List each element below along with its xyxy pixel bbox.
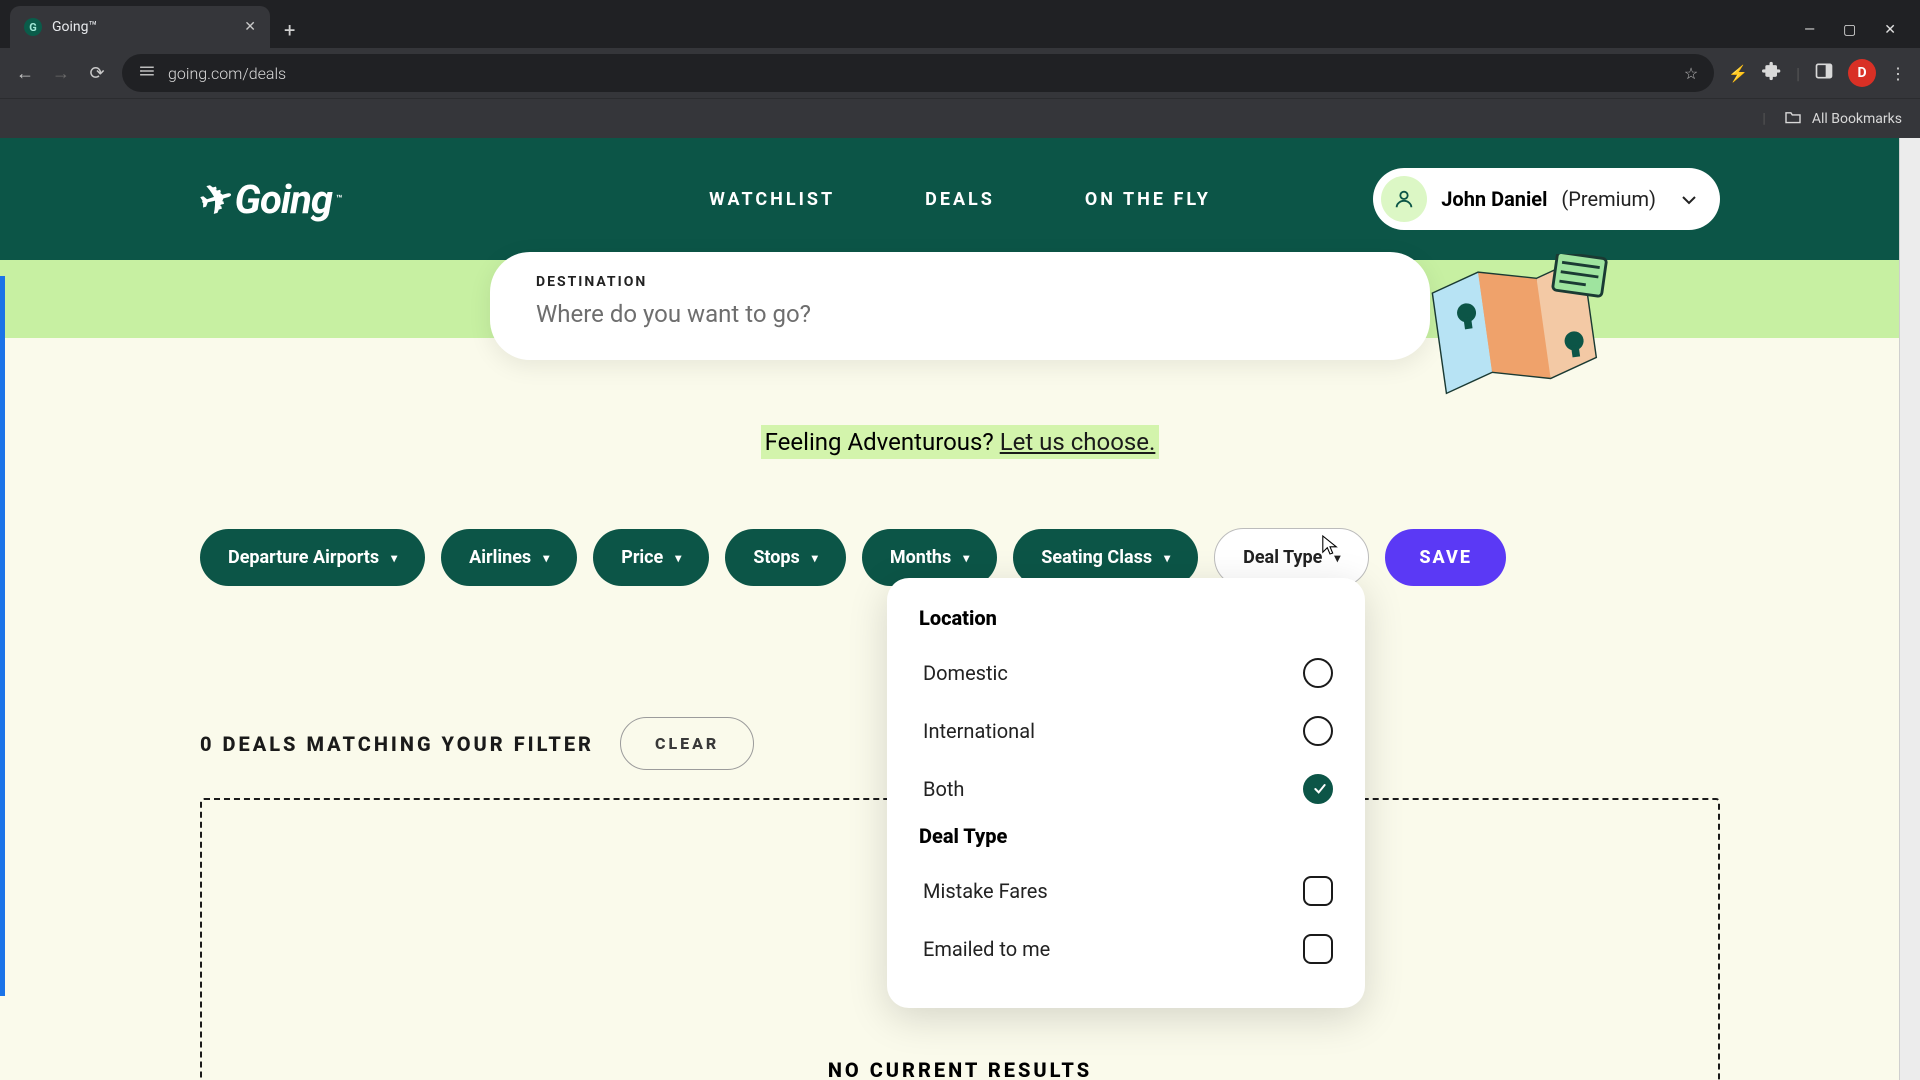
user-plan: (Premium) [1561, 187, 1656, 211]
browser-titlebar: G Going™ ✕ + — ▢ ✕ [0, 0, 1920, 48]
tab-title: Going™ [52, 19, 234, 35]
let-us-choose-link[interactable]: Let us choose. [1000, 428, 1156, 456]
user-name: John Daniel [1441, 187, 1547, 211]
option-emailed-to-me[interactable]: Emailed to me [919, 920, 1333, 978]
user-avatar-icon [1381, 176, 1427, 222]
no-results-message: NO CURRENT RESULTS [828, 1058, 1092, 1080]
location-heading: Location [919, 606, 1333, 630]
page-viewport: ✈ Going™ WATCHLIST DEALS ON THE FLY John… [0, 138, 1920, 1080]
hero-band: DESTINATION Where do you want to go? [0, 260, 1920, 380]
option-international[interactable]: International [919, 702, 1333, 760]
chevron-down-icon: ▾ [675, 551, 681, 565]
selection-edge [0, 276, 5, 996]
results-count: 0 DEALS MATCHING YOUR FILTER [200, 732, 594, 756]
adventurous-text: Feeling Adventurous? [765, 428, 1000, 456]
option-both[interactable]: Both [919, 760, 1333, 818]
chevron-down-icon: ▾ [812, 551, 818, 565]
chevron-down-icon: ▾ [543, 551, 549, 565]
main-nav: WATCHLIST DEALS ON THE FLY [709, 189, 1211, 210]
deal-type-dropdown: Location Domestic International Both Dea… [887, 578, 1365, 1008]
bookmarks-bar: | All Bookmarks [0, 98, 1920, 138]
scrollbar-thumb[interactable] [1902, 146, 1918, 226]
browser-tab[interactable]: G Going™ ✕ [10, 6, 270, 48]
logo-tm: ™ [336, 194, 341, 205]
tab-close-icon[interactable]: ✕ [244, 19, 256, 35]
window-controls: — ▢ ✕ [1780, 22, 1920, 48]
chevron-down-icon: ▾ [391, 551, 397, 565]
option-domestic[interactable]: Domestic [919, 644, 1333, 702]
chrome-menu-icon[interactable]: ⋮ [1890, 64, 1906, 83]
destination-placeholder: Where do you want to go? [536, 300, 1384, 328]
radio-both[interactable] [1303, 774, 1333, 804]
site-header: ✈ Going™ WATCHLIST DEALS ON THE FLY John… [0, 138, 1920, 260]
extension-bolt-icon[interactable]: ⚡ [1728, 64, 1748, 83]
dealtype-heading: Deal Type [919, 824, 1333, 848]
extensions-icon[interactable] [1762, 61, 1782, 85]
browser-toolbar: ← → ⟳ going.com/deals ☆ ⚡ | D ⋮ [0, 48, 1920, 98]
filter-stops[interactable]: Stops▾ [725, 529, 846, 586]
site-info-icon[interactable] [138, 63, 156, 83]
maximize-icon[interactable]: ▢ [1843, 22, 1856, 38]
logo-text: Going [235, 176, 333, 223]
all-bookmarks-link[interactable]: All Bookmarks [1812, 111, 1902, 127]
filter-airlines[interactable]: Airlines▾ [441, 529, 577, 586]
option-mistake-fares[interactable]: Mistake Fares [919, 862, 1333, 920]
side-panel-icon[interactable] [1814, 61, 1834, 85]
map-illustration [1420, 254, 1610, 404]
forward-icon[interactable]: → [50, 63, 72, 84]
user-menu[interactable]: John Daniel (Premium) [1373, 168, 1720, 230]
new-tab-button[interactable]: + [270, 18, 309, 48]
chevron-down-icon: ▾ [963, 551, 969, 565]
site-logo[interactable]: ✈ Going™ [200, 176, 341, 223]
back-icon[interactable]: ← [14, 63, 36, 84]
checkbox-emailed-to-me[interactable] [1303, 934, 1333, 964]
adventurous-prompt: Feeling Adventurous? Let us choose. [0, 428, 1920, 456]
clear-button[interactable]: CLEAR [620, 717, 754, 770]
destination-label: DESTINATION [536, 274, 1384, 290]
chevron-down-icon [1682, 190, 1696, 209]
radio-international[interactable] [1303, 716, 1333, 746]
destination-search-card[interactable]: DESTINATION Where do you want to go? [490, 252, 1430, 360]
nav-watchlist[interactable]: WATCHLIST [709, 189, 835, 210]
tab-favicon: G [24, 18, 42, 36]
bookmark-star-icon[interactable]: ☆ [1684, 64, 1698, 83]
reload-icon[interactable]: ⟳ [86, 63, 108, 84]
profile-avatar-icon[interactable]: D [1848, 59, 1876, 87]
minimize-icon[interactable]: — [1804, 22, 1815, 38]
checkbox-mistake-fares[interactable] [1303, 876, 1333, 906]
chevron-down-icon: ▾ [1164, 551, 1170, 565]
filter-row: Departure Airports▾ Airlines▾ Price▾ Sto… [0, 456, 1920, 587]
close-window-icon[interactable]: ✕ [1884, 22, 1896, 38]
filter-departure-airports[interactable]: Departure Airports▾ [200, 529, 425, 586]
radio-domestic[interactable] [1303, 658, 1333, 688]
url-text: going.com/deals [168, 64, 286, 83]
plane-icon: ✈ [194, 172, 238, 226]
filter-price[interactable]: Price▾ [593, 529, 709, 586]
nav-deals[interactable]: DEALS [925, 189, 995, 210]
nav-on-the-fly[interactable]: ON THE FLY [1085, 189, 1211, 210]
save-button[interactable]: SAVE [1385, 529, 1506, 586]
mouse-cursor-icon [1321, 534, 1339, 560]
address-bar[interactable]: going.com/deals ☆ [122, 54, 1714, 92]
folder-icon [1784, 110, 1802, 128]
